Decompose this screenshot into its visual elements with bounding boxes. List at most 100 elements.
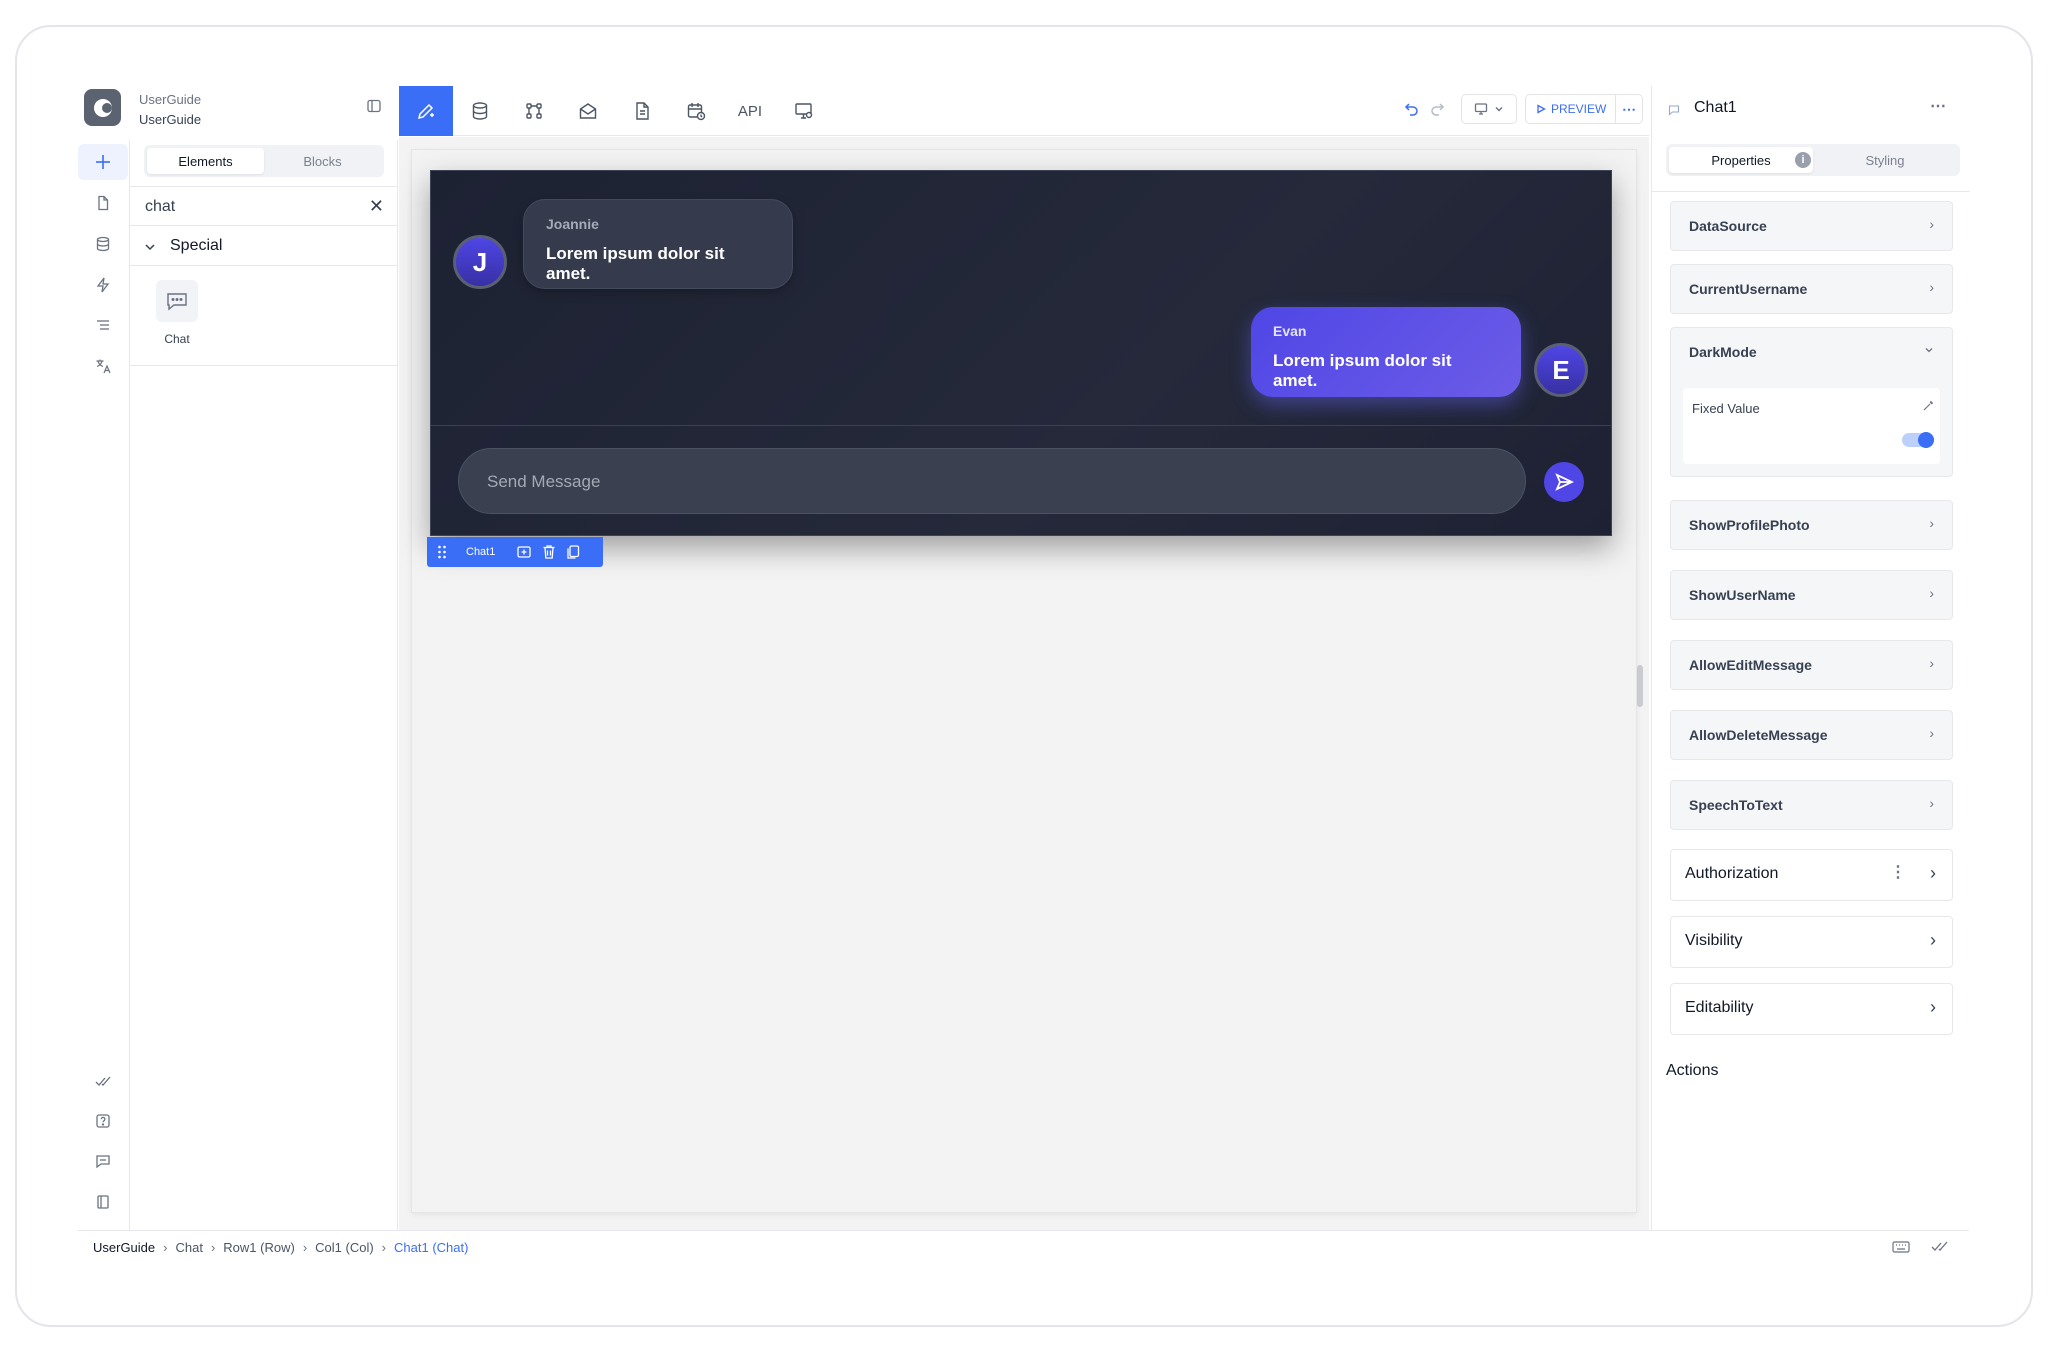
prop-datasource[interactable]: DataSource › [1670, 201, 1953, 251]
chevron-right-icon: › [1929, 216, 1934, 232]
data-sources-button[interactable] [453, 86, 507, 136]
chevron-down-icon [1495, 107, 1503, 112]
more-options-icon[interactable]: ⋯ [1930, 96, 1947, 116]
breadcrumb-item[interactable]: UserGuide [93, 1240, 155, 1255]
monitor-settings-button[interactable] [777, 86, 831, 136]
prop-label: SpeechToText [1689, 797, 1783, 813]
checks-icon[interactable] [1931, 1240, 1949, 1259]
prop-label: DarkMode [1689, 344, 1757, 360]
tab-properties-label: Properties [1711, 152, 1771, 168]
tab-properties[interactable]: Properties [1669, 147, 1813, 173]
prop-darkmode[interactable]: DarkMode Fixed Value [1670, 327, 1953, 477]
breadcrumb-current[interactable]: Chat1 (Chat) [394, 1240, 468, 1255]
selected-component-label: Chat1 [466, 546, 496, 558]
avatar-joannie: J [453, 235, 507, 289]
docs-book-icon[interactable] [78, 1184, 128, 1220]
drag-handle-icon[interactable] [437, 544, 447, 560]
checks-icon[interactable] [78, 1063, 128, 1099]
prop-label: AllowDeleteMessage [1689, 727, 1828, 743]
documents-button[interactable] [615, 86, 669, 136]
properties-panel: Chat1 ⋯ Properties i Styling DataSource … [1651, 86, 1970, 1230]
prop-label: CurrentUsername [1689, 281, 1808, 297]
binding-wand-icon[interactable] [1922, 400, 1934, 415]
chat-component[interactable]: J Joannie Lorem ipsum dolor sit amet. Ev… [430, 170, 1612, 536]
tab-blocks[interactable]: Blocks [264, 148, 381, 174]
selection-toolbar: Chat1 [427, 537, 603, 567]
breadcrumb-item[interactable]: Chat [175, 1240, 202, 1255]
section-editability[interactable]: Editability › [1670, 983, 1953, 1035]
message-sender: Evan [1273, 323, 1307, 339]
breadcrumb: UserGuide › Chat › Row1 (Row) › Col1 (Co… [93, 1240, 468, 1255]
element-search-input[interactable]: chat ✕ [130, 186, 398, 226]
help-icon[interactable] [78, 1103, 128, 1139]
translate-icon[interactable] [78, 348, 128, 384]
pages-icon[interactable] [78, 185, 128, 221]
more-options-icon[interactable]: ⋯ [1616, 101, 1642, 118]
tab-styling[interactable]: i Styling [1795, 147, 1957, 173]
send-message-input[interactable]: Send Message [458, 448, 1526, 514]
app-logo-icon[interactable] [84, 89, 121, 126]
send-button[interactable] [1544, 462, 1584, 502]
prop-alloweditmessage[interactable]: AllowEditMessage › [1670, 640, 1953, 690]
message-bubble-evan[interactable]: Evan Lorem ipsum dolor sit amet. [1251, 307, 1521, 397]
message-bubble-joannie[interactable]: Joannie Lorem ipsum dolor sit amet. [523, 199, 793, 289]
email-templates-button[interactable] [561, 86, 615, 136]
project-title: UserGuide UserGuide [139, 90, 201, 130]
panel-collapse-icon[interactable] [366, 98, 382, 119]
send-message-placeholder: Send Message [487, 472, 601, 491]
prop-currentusername[interactable]: CurrentUsername › [1670, 264, 1953, 314]
element-item-chat[interactable]: Chat [152, 280, 202, 346]
add-element-button[interactable] [78, 144, 128, 180]
properties-styling-tabs: Properties i Styling [1666, 144, 1960, 176]
undo-icon[interactable] [1404, 101, 1420, 122]
add-child-icon[interactable] [516, 544, 532, 560]
message-sender: Joannie [546, 216, 599, 232]
chevron-right-icon: › [1930, 997, 1936, 1017]
duplicate-icon[interactable] [566, 544, 580, 560]
api-button[interactable]: API [723, 86, 777, 136]
section-authorization[interactable]: Authorization ⋮ › [1670, 849, 1953, 901]
clear-search-icon[interactable]: ✕ [369, 196, 384, 217]
chevron-right-icon: › [163, 1240, 168, 1255]
feedback-icon[interactable] [78, 1143, 128, 1179]
divider [130, 365, 398, 366]
redo-icon[interactable] [1429, 101, 1445, 122]
database-icon[interactable] [78, 226, 128, 262]
prop-allowdeletemessage[interactable]: AllowDeleteMessage › [1670, 710, 1953, 760]
breadcrumb-item[interactable]: Row1 (Row) [223, 1240, 295, 1255]
prop-speechtotext[interactable]: SpeechToText › [1670, 780, 1953, 830]
tab-elements[interactable]: Elements [147, 148, 264, 174]
search-value: chat [145, 198, 176, 215]
chevron-right-icon: › [1930, 863, 1936, 883]
actions-bolt-icon[interactable] [78, 267, 128, 303]
darkmode-toggle[interactable] [1902, 432, 1934, 448]
fixed-value-box: Fixed Value [1683, 388, 1940, 464]
preview-button[interactable]: PREVIEW [1526, 95, 1616, 123]
chevron-right-icon: › [1929, 725, 1934, 741]
keyboard-icon[interactable] [1892, 1240, 1910, 1259]
chevron-right-icon: › [302, 1240, 308, 1255]
api-label: API [737, 102, 763, 120]
kebab-menu-icon[interactable]: ⋮ [1890, 862, 1906, 882]
outline-list-icon[interactable] [78, 307, 128, 343]
prop-showusername[interactable]: ShowUserName › [1670, 570, 1953, 620]
canvas-resize-handle[interactable] [1637, 665, 1643, 707]
breadcrumb-item[interactable]: Col1 (Col) [315, 1240, 374, 1255]
chevron-down-icon [144, 240, 156, 258]
fixed-value-label: Fixed Value [1692, 401, 1760, 416]
avatar-evan: E [1534, 343, 1588, 397]
designer-edit-button[interactable] [399, 86, 453, 136]
chat-component-icon [1668, 103, 1680, 121]
section-visibility[interactable]: Visibility › [1670, 916, 1953, 968]
category-special[interactable]: Special [130, 226, 398, 266]
scheduler-button[interactable] [669, 86, 723, 136]
chevron-right-icon: › [1929, 795, 1934, 811]
selected-component-title: Chat1 [1694, 99, 1737, 116]
prop-showprofilephoto[interactable]: ShowProfilePhoto › [1670, 500, 1953, 550]
device-selector[interactable] [1461, 94, 1517, 124]
workflow-button[interactable] [507, 86, 561, 136]
info-icon[interactable]: i [1795, 152, 1811, 168]
section-label: Authorization [1685, 865, 1779, 882]
delete-icon[interactable] [542, 544, 556, 560]
send-icon [1555, 473, 1574, 491]
